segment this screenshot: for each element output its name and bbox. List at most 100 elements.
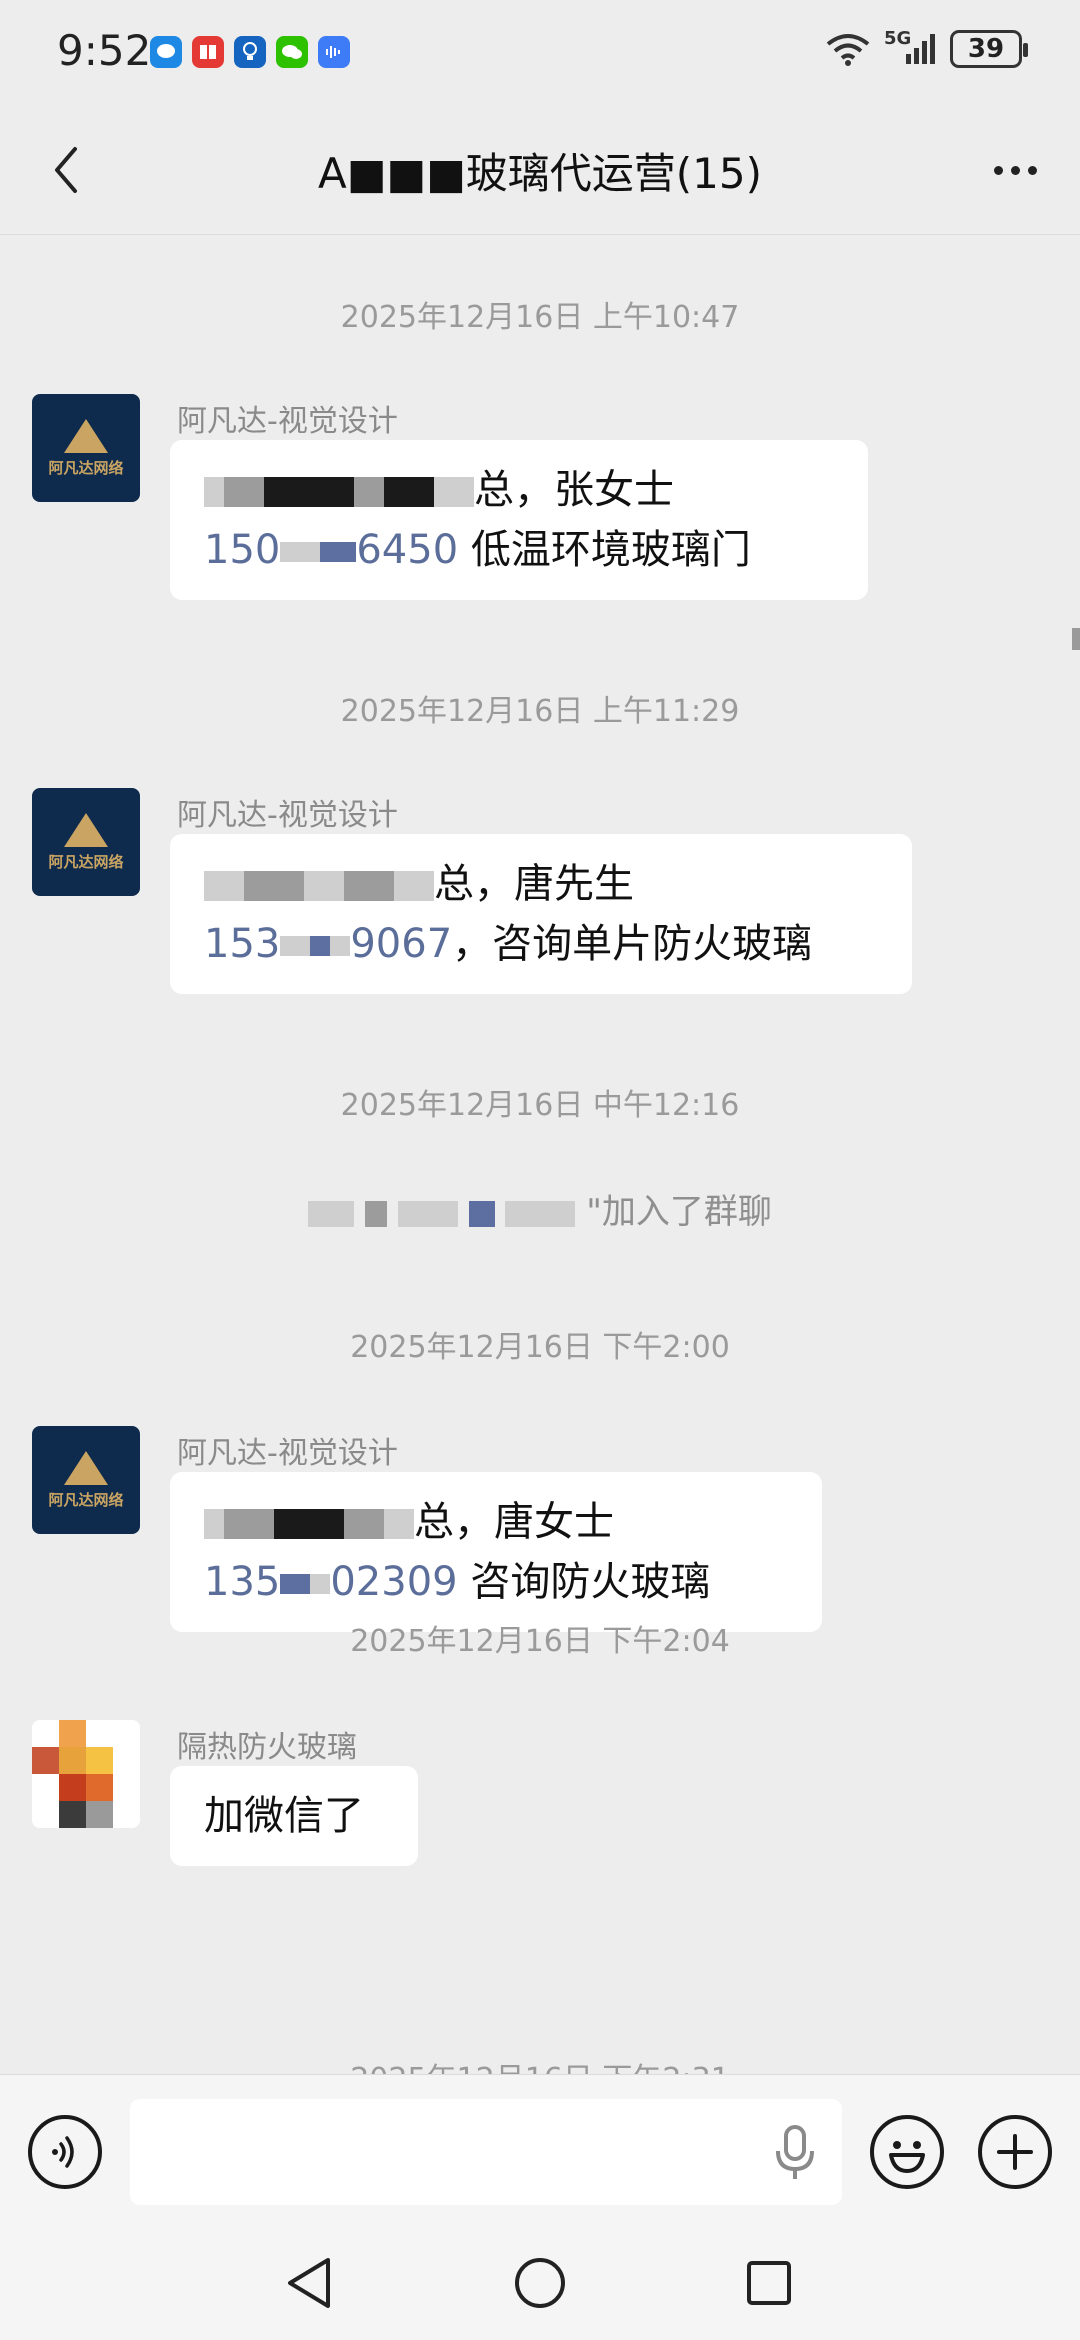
redacted-block (434, 477, 474, 507)
sender-name: 阿凡达-视觉设计 (177, 404, 398, 439)
redacted-block (204, 1509, 224, 1539)
redacted-block (394, 871, 434, 901)
system-text: "加入了群聊 (586, 1192, 772, 1232)
system-join-notice: "加入了群聊 (0, 1184, 1080, 1233)
message-line: 153 9067，咨询单片防火玻璃 (204, 914, 878, 974)
bulb-app-icon (234, 36, 266, 68)
phone-number-link[interactable]: 135 (204, 1559, 280, 1605)
phone-number-link[interactable]: 150 (204, 527, 280, 573)
redacted-block (274, 1509, 344, 1539)
message-line: 总，张女士 (204, 460, 834, 520)
redacted-block (320, 542, 357, 562)
message-line: 135 02309 咨询防火玻璃 (204, 1552, 788, 1612)
message-app-icon (150, 36, 182, 68)
redacted-block (468, 1200, 495, 1227)
sender-avatar[interactable]: 阿凡达网络 (32, 788, 140, 896)
circle-home-icon (515, 2258, 565, 2308)
voice-app-icon (318, 36, 350, 68)
brand-logo-icon (64, 1450, 108, 1485)
message-list[interactable]: 2025年12月16日 上午10:47 阿凡达网络 阿凡达-视觉设计 总，张女士… (0, 236, 1080, 2074)
sender-name: 阿凡达-视觉设计 (177, 798, 398, 833)
chat-header: A■■■玻璃代运营(15) (0, 110, 1080, 235)
redacted-block (244, 871, 304, 901)
nav-recents-button[interactable] (734, 2248, 804, 2318)
redacted-block (344, 871, 394, 901)
message-text: 低温环境玻璃门 (458, 527, 751, 573)
message-bubble[interactable]: 总，唐女士 135 02309 咨询防火玻璃 (170, 1472, 822, 1632)
redacted-block (330, 936, 351, 956)
voice-wave-icon (52, 2136, 74, 2168)
battery-level: 39 (967, 34, 1005, 64)
brand-logo-icon (64, 418, 108, 453)
status-time: 9:52 (57, 26, 152, 75)
more-dot-icon (1010, 165, 1020, 175)
brand-avatar-name: 阿凡达网络 (48, 458, 124, 477)
redacted-block (224, 477, 264, 507)
phone-number-link[interactable]: 9067 (350, 921, 452, 967)
emoji-button[interactable] (870, 2115, 944, 2189)
brand-logo-icon (64, 812, 108, 847)
brand-avatar-name: 阿凡达网络 (48, 852, 124, 871)
message-timestamp: 2025年12月16日 上午11:29 (340, 694, 740, 729)
message-bubble[interactable]: 总，唐先生 153 9067，咨询单片防火玻璃 (170, 834, 912, 994)
redacted-block (397, 1200, 458, 1227)
input-bar (0, 2074, 1080, 2224)
redacted-block (344, 1509, 384, 1539)
system-navigation-bar (0, 2224, 1080, 2340)
message-line: 150 6450 低温环境玻璃门 (204, 520, 834, 580)
message-text: ，咨询单片防火玻璃 (452, 921, 813, 967)
redacted-block (280, 936, 311, 956)
redacted-block (308, 1200, 355, 1227)
message-text: 总，唐女士 (414, 1499, 614, 1545)
redacted-block (204, 871, 244, 901)
redacted-block (384, 477, 434, 507)
nav-back-button[interactable] (274, 2248, 344, 2318)
wechat-app-icon (276, 36, 308, 68)
message-timestamp: 2025年12月16日 上午10:47 (340, 300, 740, 335)
wifi-icon (826, 34, 870, 66)
more-functions-button[interactable] (978, 2115, 1052, 2189)
redacted-block (280, 542, 321, 562)
message-input[interactable] (130, 2099, 842, 2205)
message-line: 总，唐先生 (204, 854, 878, 914)
message-text: 总，张女士 (474, 467, 674, 513)
redacted-block (505, 1200, 576, 1227)
redacted-block (304, 871, 344, 901)
redacted-block (264, 477, 354, 507)
redacted-block (384, 1509, 414, 1539)
nav-home-button[interactable] (505, 2248, 575, 2318)
redacted-block (310, 1574, 331, 1594)
sender-avatar[interactable] (32, 1720, 140, 1828)
plus-icon (997, 2134, 1033, 2170)
more-options-button[interactable] (980, 140, 1050, 200)
redacted-block (354, 477, 384, 507)
sender-name: 隔热防火玻璃 (177, 1730, 357, 1765)
phone-number-link[interactable]: 02309 (330, 1559, 457, 1605)
triangle-back-icon (288, 2258, 330, 2308)
status-bar: 9:52 5G 39 (0, 0, 1080, 110)
message-bubble[interactable]: 总，张女士 150 6450 低温环境玻璃门 (170, 440, 868, 600)
message-timestamp: 2025年12月16日 中午12:16 (340, 1088, 740, 1123)
message-timestamp: 2025年12月16日 下午2:04 (350, 1624, 730, 1659)
smiley-icon (889, 2141, 925, 2173)
sender-avatar[interactable]: 阿凡达网络 (32, 394, 140, 502)
message-bubble[interactable]: 加微信了 (170, 1766, 418, 1866)
more-dot-icon (1027, 165, 1037, 175)
status-indicators: 5G 39 (826, 28, 1028, 68)
sender-avatar[interactable]: 阿凡达网络 (32, 1426, 140, 1534)
message-timestamp: 2025年12月16日 下午2:31 (0, 2054, 1080, 2074)
more-dot-icon (993, 165, 1003, 175)
brand-avatar-name: 阿凡达网络 (48, 1490, 124, 1509)
message-text: 总，唐先生 (434, 861, 634, 907)
microphone-icon[interactable] (770, 2125, 820, 2181)
status-app-icons (150, 36, 350, 68)
redacted-block (310, 936, 331, 956)
message-line: 总，唐女士 (204, 1492, 788, 1552)
scrollbar[interactable] (1072, 628, 1080, 650)
voice-input-button[interactable] (28, 2115, 102, 2189)
message-text: 加微信了 (204, 1793, 364, 1839)
redacted-block (364, 1200, 387, 1227)
phone-number-link[interactable]: 153 (204, 921, 280, 967)
phone-number-link[interactable]: 6450 (356, 527, 458, 573)
chat-title: A■■■玻璃代运营(15) (318, 149, 762, 198)
